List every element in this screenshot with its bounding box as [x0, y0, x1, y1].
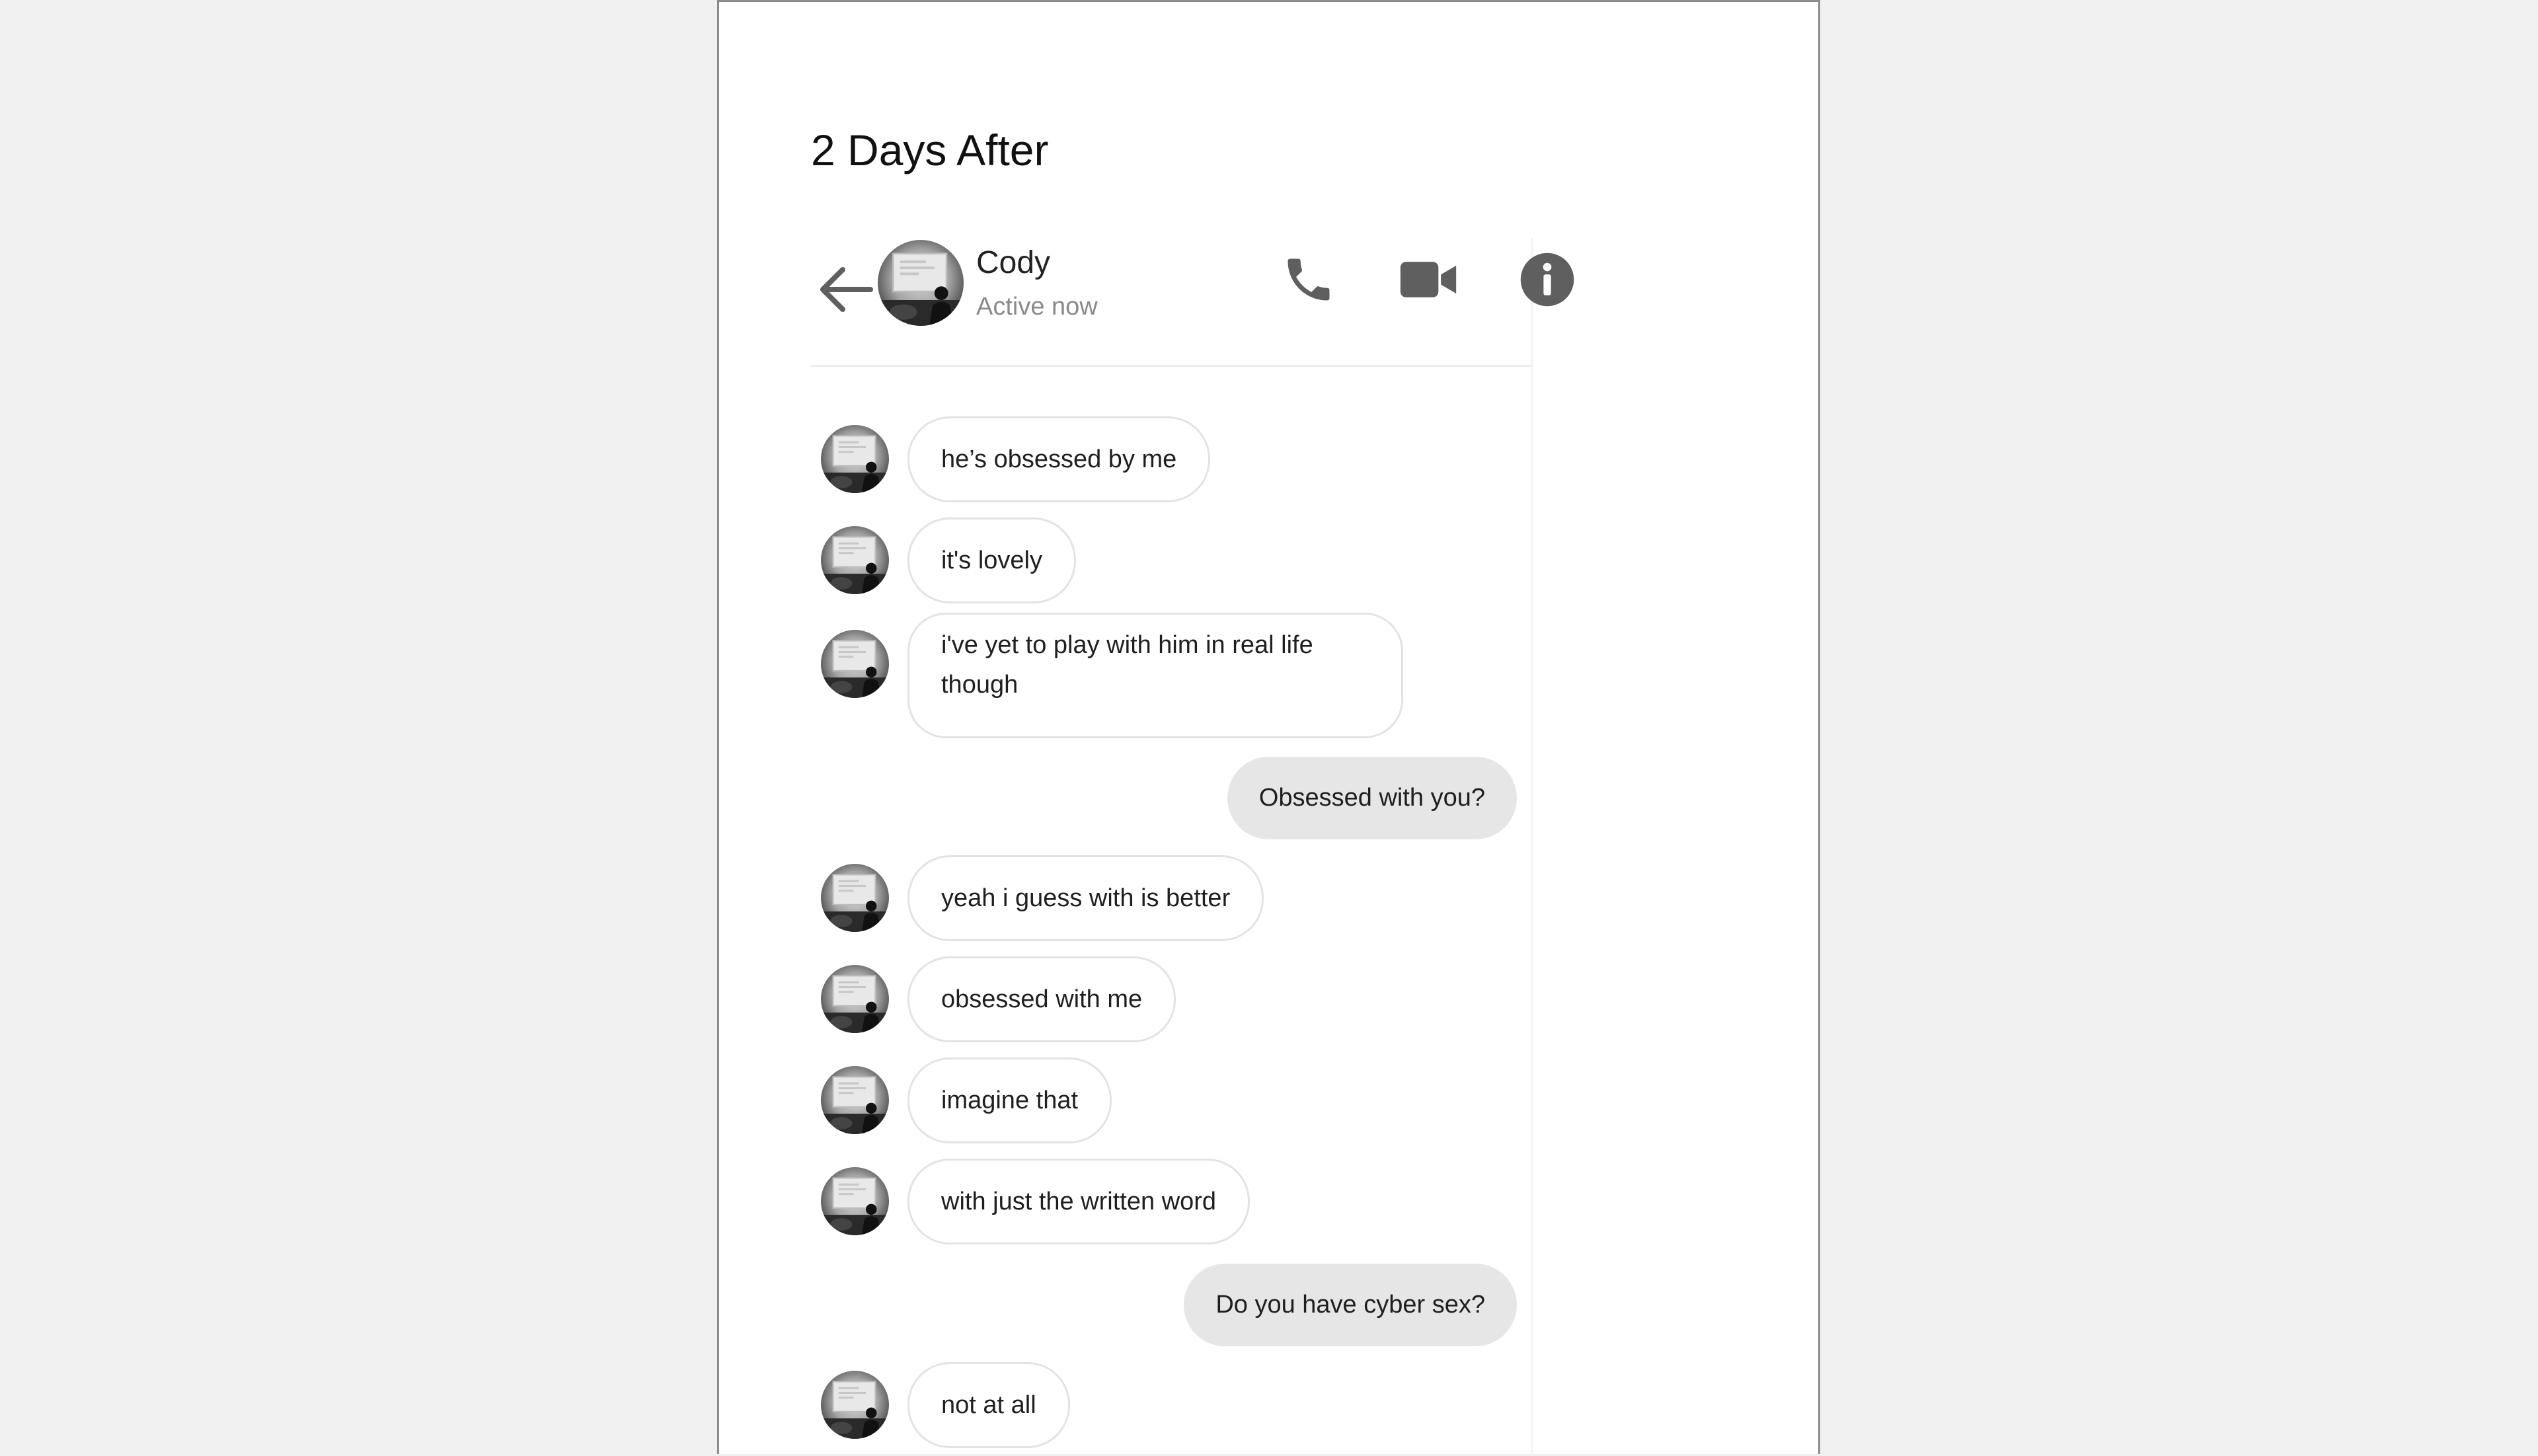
incoming-message-bubble[interactable]: imagine that: [907, 1057, 1112, 1143]
message-row: it's lovely: [811, 517, 1531, 603]
incoming-message-bubble[interactable]: not at all: [907, 1362, 1070, 1448]
message-row: he’s obsessed by me: [811, 416, 1531, 502]
message-row: not at all: [811, 1362, 1531, 1448]
sender-avatar: [821, 526, 889, 594]
incoming-message-bubble[interactable]: he’s obsessed by me: [907, 416, 1211, 502]
message-row: imagine that: [811, 1057, 1531, 1143]
message-row: obsessed with me: [811, 956, 1531, 1042]
message-row: yeah i guess with is better: [811, 855, 1531, 941]
incoming-message-bubble[interactable]: it's lovely: [907, 517, 1076, 603]
message-row: with just the written word: [811, 1159, 1531, 1245]
message-row: i've yet to play with him in real life t…: [811, 613, 1531, 738]
chat-window: Cody Active now he’s obsessed by me it's…: [811, 238, 1574, 1456]
message-row: Obsessed with you?: [811, 757, 1531, 839]
page-title: 2 Days After: [811, 126, 1049, 174]
sender-avatar: [821, 864, 889, 932]
sender-avatar: [821, 1066, 889, 1134]
incoming-message-bubble[interactable]: obsessed with me: [907, 956, 1176, 1042]
message-list[interactable]: he’s obsessed by me it's lovely i've yet…: [811, 238, 1531, 1456]
outgoing-message-bubble[interactable]: Obsessed with you?: [1227, 757, 1517, 839]
incoming-message-bubble[interactable]: yeah i guess with is better: [907, 855, 1264, 941]
sender-avatar: [821, 965, 889, 1033]
sender-avatar: [821, 630, 889, 698]
incoming-message-bubble[interactable]: with just the written word: [907, 1159, 1250, 1245]
incoming-message-bubble[interactable]: i've yet to play with him in real life t…: [907, 613, 1403, 738]
sender-avatar: [821, 1371, 889, 1439]
outgoing-message-bubble[interactable]: Do you have cyber sex?: [1184, 1264, 1517, 1346]
sender-avatar: [821, 425, 889, 493]
sender-avatar: [821, 1167, 889, 1235]
message-row: Do you have cyber sex?: [811, 1264, 1531, 1346]
document-page: 2 Days After Cody Active now he’s obsess…: [717, 0, 1820, 1456]
